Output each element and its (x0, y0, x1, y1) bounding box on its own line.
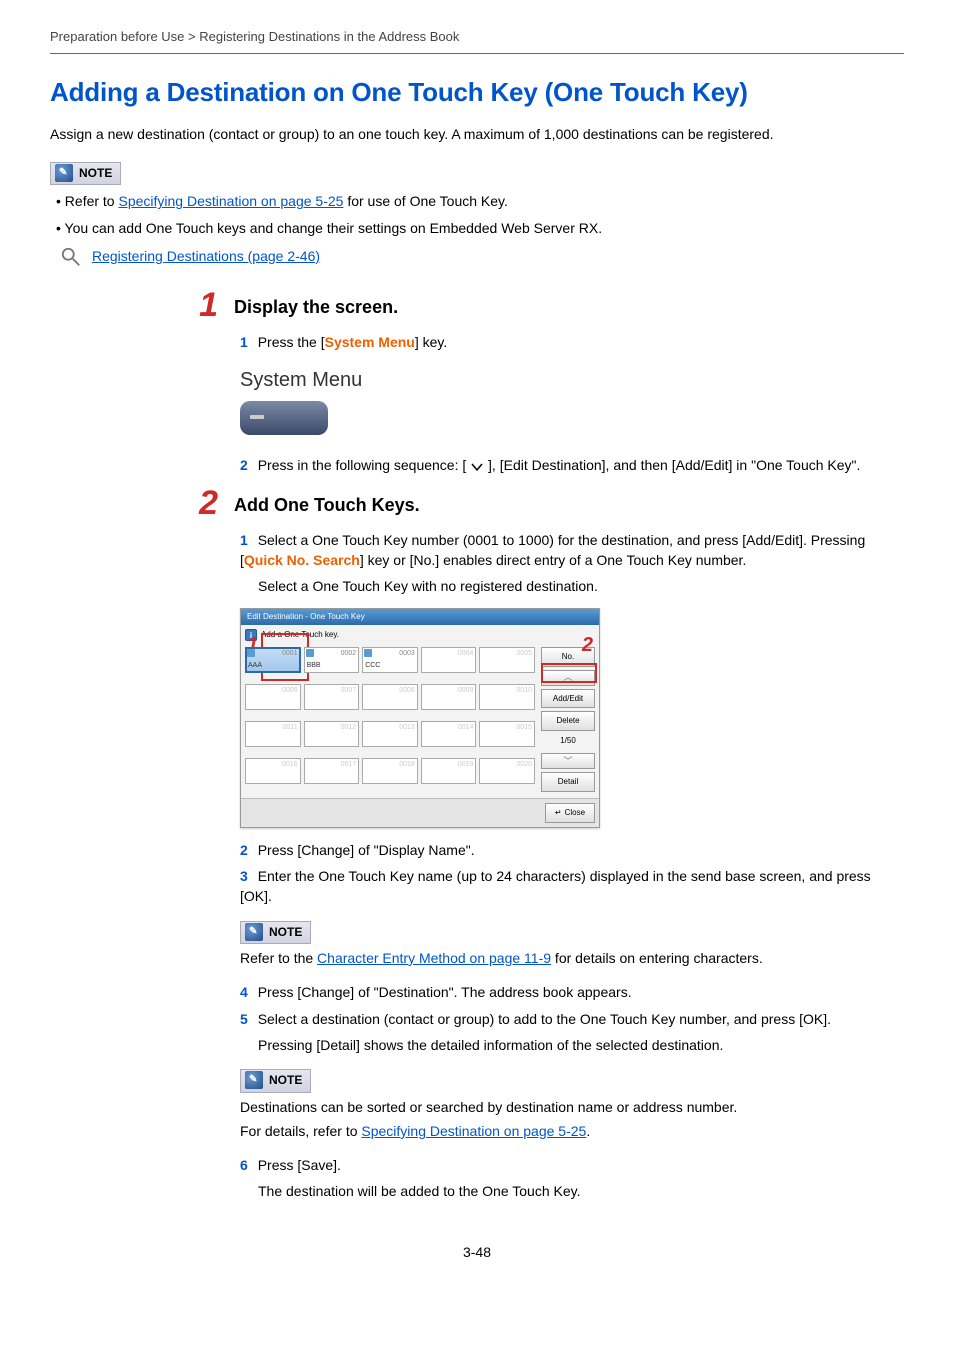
chevron-down-icon (470, 462, 484, 472)
otk-cell-0001[interactable]: 0001AAA (245, 647, 301, 673)
otk-cell-0018[interactable]: 0018 (362, 758, 418, 784)
otk-cell-0014[interactable]: 0014 (421, 721, 477, 747)
breadcrumb: Preparation before Use > Registering Des… (50, 28, 904, 47)
otk-cell-0020[interactable]: 0020 (479, 758, 535, 784)
otk-cell-0005[interactable]: 0005 (479, 647, 535, 673)
person-icon (247, 649, 255, 657)
quick-no-search-keyname: Quick No. Search (244, 552, 360, 568)
page-number: 3-48 (50, 1242, 904, 1262)
otk-grid: 0001AAA0002BBB0003CCC0004000500060007000… (245, 647, 535, 792)
step-2-number: 2 (190, 486, 218, 520)
otk-cell-0016[interactable]: 0016 (245, 758, 301, 784)
step-1-number: 1 (190, 288, 218, 322)
note-char-entry: NOTE Refer to the Character Entry Method… (240, 921, 904, 969)
enter-icon: ↵ (555, 807, 562, 819)
intro-text: Assign a new destination (contact or gro… (50, 124, 904, 144)
detail-button[interactable]: Detail (541, 772, 595, 792)
divider (50, 53, 904, 54)
otk-cell-0003[interactable]: 0003CCC (362, 647, 418, 673)
magnifier-icon (60, 246, 82, 268)
person-icon (306, 649, 314, 657)
link-spec-dest-top[interactable]: Specifying Destination on page 5-25 (119, 193, 344, 209)
step2-sub5: 5 Select a destination (contact or group… (240, 1009, 904, 1029)
delete-button[interactable]: Delete (541, 711, 595, 731)
otk-cell-0012[interactable]: 0012 (304, 721, 360, 747)
note-bar: NOTE (50, 162, 121, 185)
otk-cell-0009[interactable]: 0009 (421, 684, 477, 710)
otk-cell-0017[interactable]: 0017 (304, 758, 360, 784)
link-spec-dest-bottom[interactable]: Specifying Destination on page 5-25 (361, 1123, 586, 1139)
otk-cell-0015[interactable]: 0015 (479, 721, 535, 747)
page-indicator: 1/50 (541, 734, 595, 748)
page-title: Adding a Destination on One Touch Key (O… (50, 74, 904, 112)
step1-sub2: 2 Press in the following sequence: [ ], … (240, 455, 904, 475)
step2-sub3: 3 Enter the One Touch Key name (up to 24… (240, 866, 904, 907)
link-char-entry[interactable]: Character Entry Method on page 11-9 (317, 950, 551, 966)
step-1-heading: Display the screen. (234, 294, 398, 320)
note-label: NOTE (79, 165, 112, 182)
step2-sub6-hint: The destination will be added to the One… (240, 1181, 904, 1201)
panel-title: Edit Destination - One Touch Key (241, 609, 599, 625)
pencil-icon (245, 1071, 263, 1089)
step2-sub6: 6 Press [Save]. (240, 1155, 904, 1175)
pencil-icon (245, 923, 263, 941)
page-up-button[interactable]: ︿ (541, 670, 595, 686)
otk-cell-0013[interactable]: 0013 (362, 721, 418, 747)
system-menu-key-graphic (240, 401, 328, 435)
otk-cell-0019[interactable]: 0019 (421, 758, 477, 784)
step-2-heading: Add One Touch Keys. (234, 492, 420, 518)
pencil-icon (55, 164, 73, 182)
system-menu-keyname: System Menu (325, 334, 415, 350)
add-edit-button[interactable]: Add/Edit (541, 689, 595, 709)
step2-sub5-hint: Pressing [Detail] shows the detailed inf… (240, 1035, 904, 1055)
note-bullet-1: Refer to Specifying Destination on page … (50, 191, 904, 211)
callout-2: 2 (582, 631, 593, 660)
reference-row: Registering Destinations (page 2-46) (50, 246, 904, 268)
otk-cell-0004[interactable]: 0004 (421, 647, 477, 673)
otk-cell-0008[interactable]: 0008 (362, 684, 418, 710)
note-bullet-2: You can add One Touch keys and change th… (50, 218, 904, 238)
otk-cell-0006[interactable]: 0006 (245, 684, 301, 710)
close-button[interactable]: ↵Close (545, 803, 595, 823)
page-down-button[interactable]: ﹀ (541, 753, 595, 769)
note-sort-search: NOTE Destinations can be sorted or searc… (240, 1069, 904, 1141)
step1-sub1: 1 Press the [System Menu] key. (240, 332, 904, 352)
otk-cell-0002[interactable]: 0002BBB (304, 647, 360, 673)
otk-cell-0010[interactable]: 0010 (479, 684, 535, 710)
step2-sub1: 1 Select a One Touch Key number (0001 to… (240, 530, 904, 571)
otk-cell-0007[interactable]: 0007 (304, 684, 360, 710)
panel-info-text: Add a One Touch key. (261, 629, 339, 641)
one-touch-key-panel: 1 2 Edit Destination - One Touch Key i A… (240, 608, 600, 827)
otk-cell-0011[interactable]: 0011 (245, 721, 301, 747)
step2-sub4: 4 Press [Change] of "Destination". The a… (240, 982, 904, 1002)
step2-sub2: 2 Press [Change] of "Display Name". (240, 840, 904, 860)
person-icon (364, 649, 372, 657)
link-reg-dest[interactable]: Registering Destinations (page 2-46) (92, 246, 320, 266)
system-menu-label: System Menu (240, 366, 904, 395)
step2-sub1-hint: Select a One Touch Key with no registere… (240, 576, 904, 596)
